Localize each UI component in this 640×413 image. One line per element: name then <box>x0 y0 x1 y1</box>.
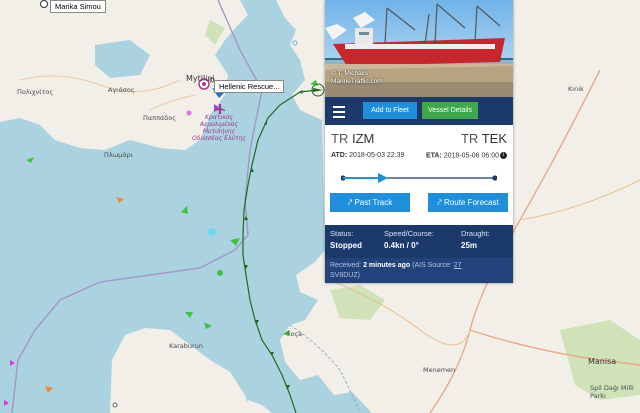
photo-credit: © T. Michalis MarineTraffic.com <box>331 70 383 85</box>
pin-icon[interactable] <box>40 0 48 8</box>
vessel-status-bar: Status: Stopped Speed/Course: 0.4kn / 0° D… <box>325 225 513 258</box>
vessel-label-rescue[interactable]: Hellenic Rescue... <box>214 80 285 93</box>
place-foca: Foça <box>287 330 303 338</box>
add-to-fleet-button[interactable]: Add to Fleet <box>363 102 417 119</box>
draught-field: Draught: 25m <box>461 229 490 250</box>
place-mytilini: Mytilini <box>186 74 215 83</box>
place-manisa: Manisa <box>588 357 617 366</box>
place-kinik: Kınık <box>568 85 584 93</box>
departure-port[interactable]: TR IZM <box>331 131 374 146</box>
received-info: Received: 2 minutes ago (AIS Source: 27 S… <box>325 258 513 283</box>
route-section: TR IZM TR TEK ATD: 2018-05-03 22:39 ETA:… <box>325 125 513 225</box>
atd-line: ATD: 2018-05-03 22:39 <box>331 152 405 159</box>
speed-course-field: Speed/Course: 0.4kn / 0° <box>384 229 435 250</box>
info-icon[interactable]: i <box>500 152 507 159</box>
voyage-progress-bar <box>341 173 497 183</box>
eta-line: ETA: 2018-05-06 06:00 i <box>426 152 507 159</box>
past-track-button[interactable]: ⤤ Past Track <box>330 193 410 212</box>
place-polichnitos: Πολιχνίτος <box>17 88 54 96</box>
vessel-details-button[interactable]: Vessel Details <box>422 102 478 119</box>
place-karaburun: Karaburun <box>169 342 203 350</box>
place-agiasos: Αγιάσος <box>108 86 135 94</box>
place-pappados: Παππάδος <box>143 114 177 122</box>
vessel-info-panel: © T. Michalis MarineTraffic.com Add to Fl… <box>325 0 513 283</box>
vessel-photo[interactable]: © T. Michalis MarineTraffic.com <box>325 0 513 97</box>
place-plomari: Πλωμάρι <box>104 151 133 159</box>
station-dot[interactable] <box>208 228 216 236</box>
station-dot[interactable] <box>217 270 223 276</box>
ais-source-link[interactable]: 27 <box>454 262 462 269</box>
place-airport: Κρατικός Αερολιμένας Μυτιλήνης Οδυσσέας … <box>192 114 246 142</box>
map-canvas[interactable] <box>0 0 640 413</box>
station-dot[interactable] <box>112 402 118 408</box>
route-forecast-button[interactable]: ⤤ Route Forecast <box>428 193 508 212</box>
hamburger-menu-icon[interactable] <box>329 101 349 121</box>
vessel-label-marika[interactable]: Marika Simou <box>50 0 106 13</box>
destination-port[interactable]: TR TEK <box>461 131 507 146</box>
vessel-action-bar: Add to Fleet Vessel Details <box>325 97 513 125</box>
station-dot[interactable] <box>292 40 298 46</box>
place-spil: Spil Dağı Milli Parkı <box>590 384 634 400</box>
place-menemen: Menemen <box>423 366 456 374</box>
status-field: Status: Stopped <box>330 229 362 250</box>
forecast-icon: ⤤ <box>437 198 445 207</box>
